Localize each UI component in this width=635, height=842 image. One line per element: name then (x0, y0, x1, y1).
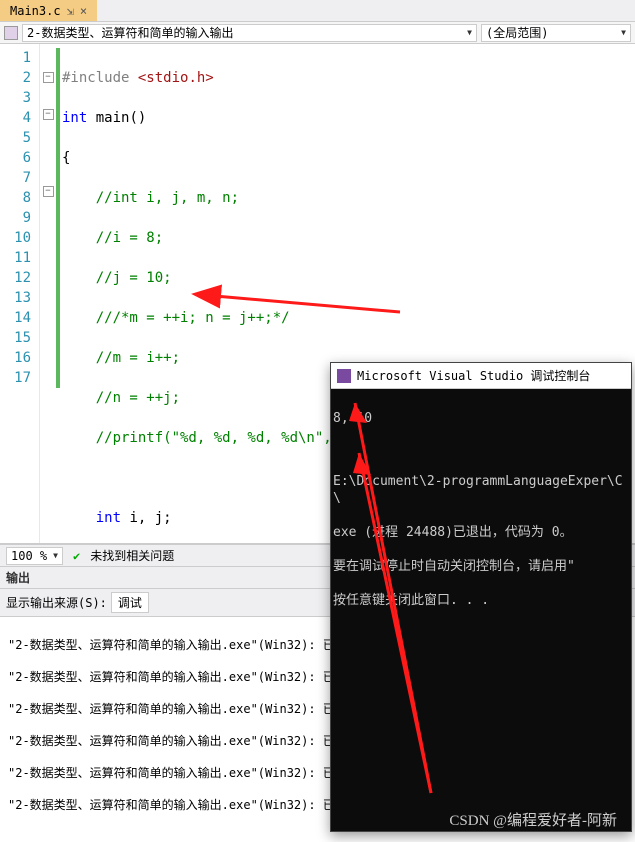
console-line: exe (进程 24488)已退出，代码为 0。 (333, 524, 629, 541)
console-titlebar[interactable]: Microsoft Visual Studio 调试控制台 (331, 363, 631, 389)
keyword: int (62, 110, 87, 126)
chevron-down-icon: ▼ (467, 28, 472, 37)
fold-gutter: − − − (40, 44, 56, 543)
module-name: 2-数据类型、运算符和简单的输入输出 (27, 24, 233, 41)
file-tab[interactable]: Main3.c ⇲ × (0, 0, 97, 21)
console-line: 要在调试停止时自动关闭控制台，请启用" (333, 558, 629, 575)
line-number: 5 (0, 128, 31, 148)
module-icon (4, 26, 18, 40)
console-output: 8, 10 E:\Document\2-programmLanguageExpe… (331, 389, 631, 647)
output-source-label: 显示输出来源(S): (6, 594, 107, 611)
line-gutter: 1 2 3 4 5 6 7 8 9 10 11 12 13 14 15 16 1… (0, 44, 40, 543)
zoom-selector[interactable]: 100 % ▼ (6, 547, 63, 565)
declaration: i, j; (121, 510, 172, 526)
vs-icon (337, 369, 351, 383)
line-number: 15 (0, 328, 31, 348)
line-number: 16 (0, 348, 31, 368)
comment: ///*m = ++i; n = j++;*/ (96, 310, 290, 326)
close-icon[interactable]: × (80, 4, 87, 18)
scope-selector[interactable]: (全局范围) ▼ (481, 24, 631, 42)
line-number: 4 (0, 108, 31, 128)
navigation-bar: 2-数据类型、运算符和简单的输入输出 ▼ (全局范围) ▼ (0, 22, 635, 44)
change-indicator (56, 48, 60, 388)
chevron-down-icon: ▼ (621, 28, 626, 37)
line-number: 2 (0, 68, 31, 88)
preprocessor: #include (62, 70, 129, 86)
line-number: 9 (0, 208, 31, 228)
main-signature: main() (87, 110, 146, 126)
pin-icon[interactable]: ⇲ (67, 4, 74, 18)
output-source-selector[interactable]: 调试 (111, 592, 149, 613)
check-icon: ✔ (73, 549, 80, 563)
line-number: 17 (0, 368, 31, 388)
comment: //n = ++j; (96, 390, 180, 406)
line-number: 1 (0, 48, 31, 68)
comment: //i = 8; (96, 230, 163, 246)
tab-bar: Main3.c ⇲ × (0, 0, 635, 22)
include-path: <stdio.h> (129, 70, 213, 86)
line-number: 10 (0, 228, 31, 248)
zoom-level: 100 % (11, 549, 47, 563)
line-number: 12 (0, 268, 31, 288)
no-issues-label: 未找到相关问题 (90, 547, 174, 564)
brace: { (62, 150, 70, 166)
line-number: 13 (0, 288, 31, 308)
comment: //j = 10; (96, 270, 172, 286)
module-selector[interactable]: 2-数据类型、运算符和简单的输入输出 ▼ (22, 24, 477, 42)
line-number: 3 (0, 88, 31, 108)
line-number: 7 (0, 168, 31, 188)
fold-toggle[interactable]: − (43, 72, 54, 83)
line-number: 11 (0, 248, 31, 268)
scope-name: (全局范围) (486, 24, 548, 41)
keyword: int (96, 510, 121, 526)
console-line: 按任意键关闭此窗口. . . (333, 592, 629, 609)
line-number: 8 (0, 188, 31, 208)
console-line: 8, 10 (333, 410, 629, 427)
tab-filename: Main3.c (10, 4, 61, 18)
fold-toggle[interactable]: − (43, 186, 54, 197)
line-number: 14 (0, 308, 31, 328)
comment: //m = i++; (96, 350, 180, 366)
chevron-down-icon: ▼ (53, 551, 58, 560)
console-title-text: Microsoft Visual Studio 调试控制台 (357, 367, 590, 384)
debug-console-window[interactable]: Microsoft Visual Studio 调试控制台 8, 10 E:\D… (330, 362, 632, 832)
fold-toggle[interactable]: − (43, 109, 54, 120)
output-source-value: 调试 (118, 596, 142, 610)
console-line: E:\Document\2-programmLanguageExper\C\ (333, 473, 629, 507)
comment: //int i, j, m, n; (96, 190, 239, 206)
line-number: 6 (0, 148, 31, 168)
